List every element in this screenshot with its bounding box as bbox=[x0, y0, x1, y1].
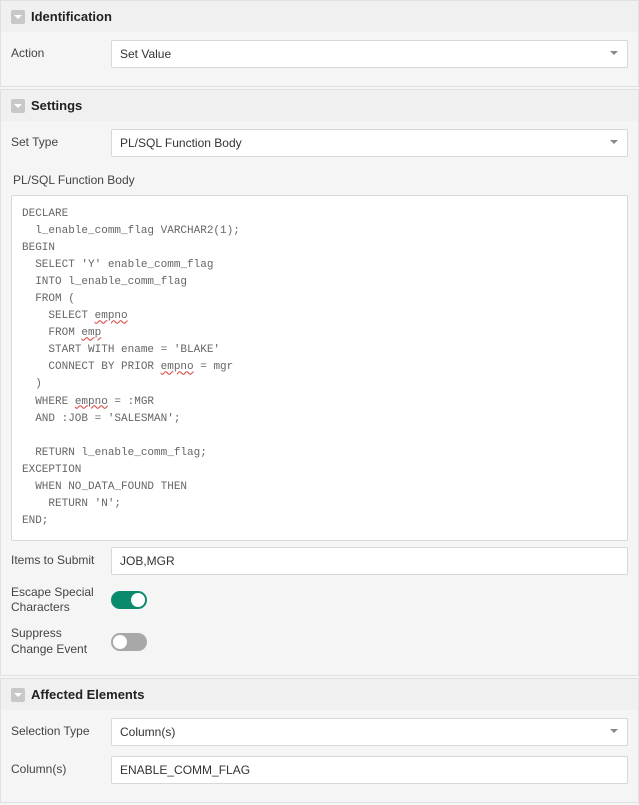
section-title: Affected Elements bbox=[31, 687, 144, 702]
section-title: Settings bbox=[31, 98, 82, 113]
section-identification: Identification Action Set Value bbox=[0, 0, 639, 87]
label-action: Action bbox=[11, 46, 111, 62]
columns-input[interactable]: ENABLE_COMM_FLAG bbox=[111, 756, 628, 784]
suppress-change-toggle[interactable] bbox=[111, 633, 147, 651]
collapse-icon bbox=[11, 688, 25, 702]
chevron-down-icon bbox=[609, 136, 619, 150]
row-escape-special: Escape Special Characters bbox=[11, 585, 628, 616]
section-header-settings[interactable]: Settings bbox=[1, 90, 638, 121]
label-items-to-submit: Items to Submit bbox=[11, 553, 111, 569]
label-escape-special: Escape Special Characters bbox=[11, 585, 111, 616]
row-items-to-submit: Items to Submit JOB,MGR bbox=[11, 547, 628, 575]
items-to-submit-input[interactable]: JOB,MGR bbox=[111, 547, 628, 575]
section-header-identification[interactable]: Identification bbox=[1, 1, 638, 32]
collapse-icon bbox=[11, 10, 25, 24]
code-editor[interactable]: DECLARE l_enable_comm_flag VARCHAR2(1); … bbox=[11, 195, 628, 541]
escape-special-toggle[interactable] bbox=[111, 591, 147, 609]
label-columns: Column(s) bbox=[11, 762, 111, 778]
label-selection-type: Selection Type bbox=[11, 724, 111, 740]
toggle-knob bbox=[131, 593, 145, 607]
collapse-icon bbox=[11, 99, 25, 113]
columns-value: ENABLE_COMM_FLAG bbox=[120, 763, 250, 777]
row-suppress-change: Suppress Change Event bbox=[11, 626, 628, 657]
chevron-down-icon bbox=[609, 725, 619, 739]
row-columns: Column(s) ENABLE_COMM_FLAG bbox=[11, 756, 628, 784]
chevron-down-icon bbox=[609, 47, 619, 61]
selection-type-value: Column(s) bbox=[120, 725, 175, 739]
row-selection-type: Selection Type Column(s) bbox=[11, 718, 628, 746]
items-to-submit-value: JOB,MGR bbox=[120, 554, 175, 568]
set-type-value: PL/SQL Function Body bbox=[120, 136, 242, 150]
label-set-type: Set Type bbox=[11, 135, 111, 151]
section-title: Identification bbox=[31, 9, 112, 24]
row-action: Action Set Value bbox=[11, 40, 628, 68]
row-set-type: Set Type PL/SQL Function Body bbox=[11, 129, 628, 157]
label-suppress-change: Suppress Change Event bbox=[11, 626, 111, 657]
selection-type-select[interactable]: Column(s) bbox=[111, 718, 628, 746]
section-header-affected[interactable]: Affected Elements bbox=[1, 679, 638, 710]
action-select-value: Set Value bbox=[120, 47, 171, 61]
action-select[interactable]: Set Value bbox=[111, 40, 628, 68]
section-settings: Settings Set Type PL/SQL Function Body P… bbox=[0, 89, 639, 676]
toggle-knob bbox=[113, 635, 127, 649]
set-type-select[interactable]: PL/SQL Function Body bbox=[111, 129, 628, 157]
label-function-body: PL/SQL Function Body bbox=[11, 167, 628, 195]
section-affected-elements: Affected Elements Selection Type Column(… bbox=[0, 678, 639, 803]
